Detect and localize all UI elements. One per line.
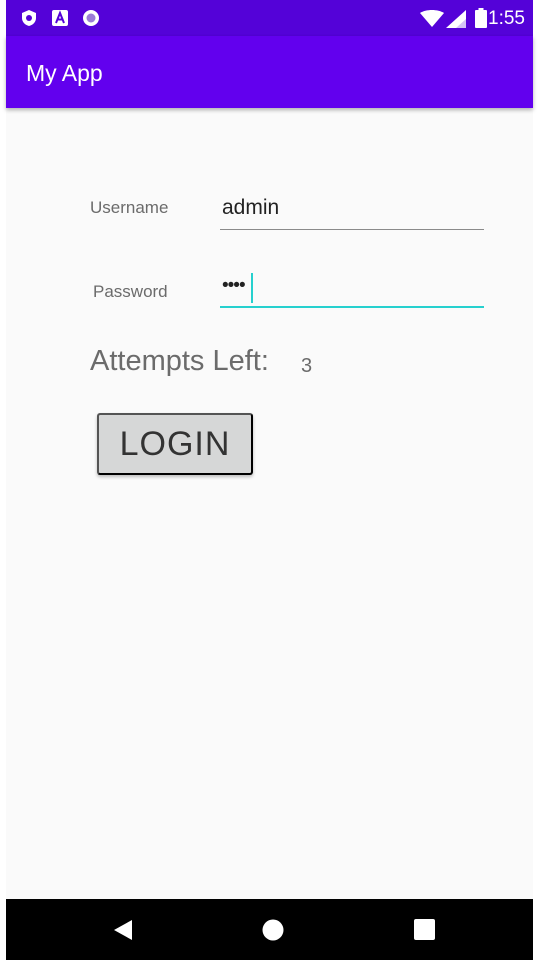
password-underline [220,305,484,308]
attempts-left-label: Attempts Left: [90,345,269,377]
username-value: admin [222,196,280,219]
home-icon[interactable] [262,919,284,941]
username-underline [220,228,484,230]
password-input[interactable]: •••• [220,270,484,308]
status-time: 1:55 [488,8,525,29]
password-value: •••• [222,275,246,296]
password-label: Password [93,282,168,301]
navigation-bar [6,899,533,960]
text-cursor [251,273,253,303]
circle-dot-icon [83,10,99,26]
login-button[interactable]: LOGIN [97,413,253,475]
signal-icon [446,10,466,28]
username-input[interactable]: admin [220,192,484,230]
battery-icon [475,8,487,28]
app-title: My App [26,60,103,86]
wifi-icon [420,10,444,27]
app-bar: My App [6,36,533,108]
font-a-icon [52,10,68,26]
recents-icon[interactable] [414,919,435,940]
screen [0,0,539,960]
frame-edge-right [533,0,539,960]
frame-edge-left [0,0,6,960]
username-label: Username [90,198,169,217]
status-bar: 1:55 [6,0,533,36]
back-icon[interactable] [112,919,134,941]
shield-icon [22,10,36,26]
attempts-left-value: 3 [301,355,313,377]
